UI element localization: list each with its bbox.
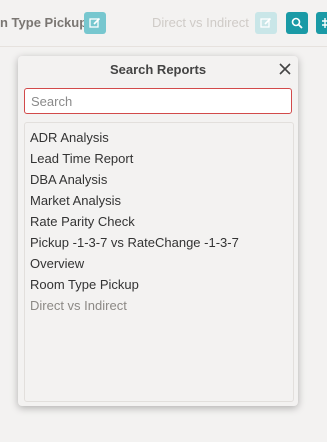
- popup-title: Search Reports: [109, 62, 207, 77]
- list-item[interactable]: Direct vs Indirect: [25, 295, 293, 316]
- report-tabs-bar: n Type Pickup Direct vs Indirect: [0, 0, 327, 47]
- edit-icon: [260, 17, 272, 28]
- list-item[interactable]: Rate Parity Check: [25, 211, 293, 232]
- tab-room-type-pickup[interactable]: n Type Pickup: [0, 15, 87, 30]
- search-input[interactable]: [24, 88, 292, 114]
- list-item[interactable]: Lead Time Report: [25, 148, 293, 169]
- edit-icon: [89, 17, 101, 28]
- search-icon: [291, 17, 303, 29]
- report-list: ADR Analysis Lead Time Report DBA Analysis…: [25, 123, 293, 316]
- list-item[interactable]: DBA Analysis: [25, 169, 293, 190]
- list-item[interactable]: Market Analysis: [25, 190, 293, 211]
- search-reports-popup: Search Reports ADR AnalysisLead Time Rep…: [18, 56, 298, 406]
- list-item[interactable]: Room Type Pickup: [25, 274, 293, 295]
- report-results-list[interactable]: ADR Analysis Lead Time Report DBA Analysis…: [24, 122, 294, 402]
- edit-report-button[interactable]: [84, 12, 106, 34]
- grid-menu-button[interactable]: [316, 12, 327, 34]
- list-item[interactable]: ADR Analysis: [25, 127, 293, 148]
- close-button[interactable]: [278, 62, 292, 76]
- search-reports-button[interactable]: [286, 12, 308, 34]
- tab-direct-vs-indirect[interactable]: Direct vs Indirect: [152, 15, 249, 30]
- close-icon: [279, 63, 291, 75]
- grid-icon: [322, 18, 327, 28]
- list-item[interactable]: Pickup -1-3-7 vs RateChange -1-3-7: [25, 232, 293, 253]
- list-item[interactable]: Overview: [25, 253, 293, 274]
- edit-report-button-2[interactable]: [255, 12, 277, 34]
